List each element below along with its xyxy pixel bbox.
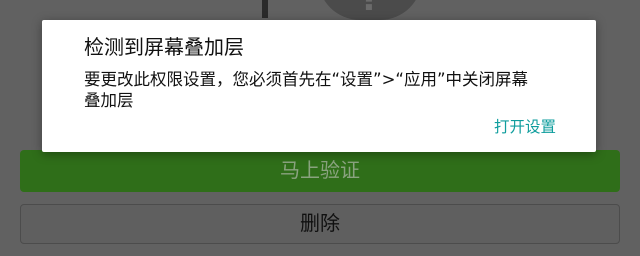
dialog-message: 要更改此权限设置，您必须首先在“设置”>“应用”中关闭屏幕叠加层 (84, 70, 529, 110)
open-settings-button[interactable]: 打开设置 (494, 118, 556, 138)
dialog-title: 检测到屏幕叠加层 (84, 35, 244, 59)
screen-overlay-dialog: 检测到屏幕叠加层 要更改此权限设置，您必须首先在“设置”>“应用”中关闭屏幕叠加… (42, 20, 596, 152)
verify-now-button[interactable]: 马上验证 (20, 150, 620, 192)
delete-button[interactable]: 删除 (20, 204, 620, 244)
help-icon[interactable]: ? (318, 0, 422, 20)
top-divider (262, 0, 268, 18)
